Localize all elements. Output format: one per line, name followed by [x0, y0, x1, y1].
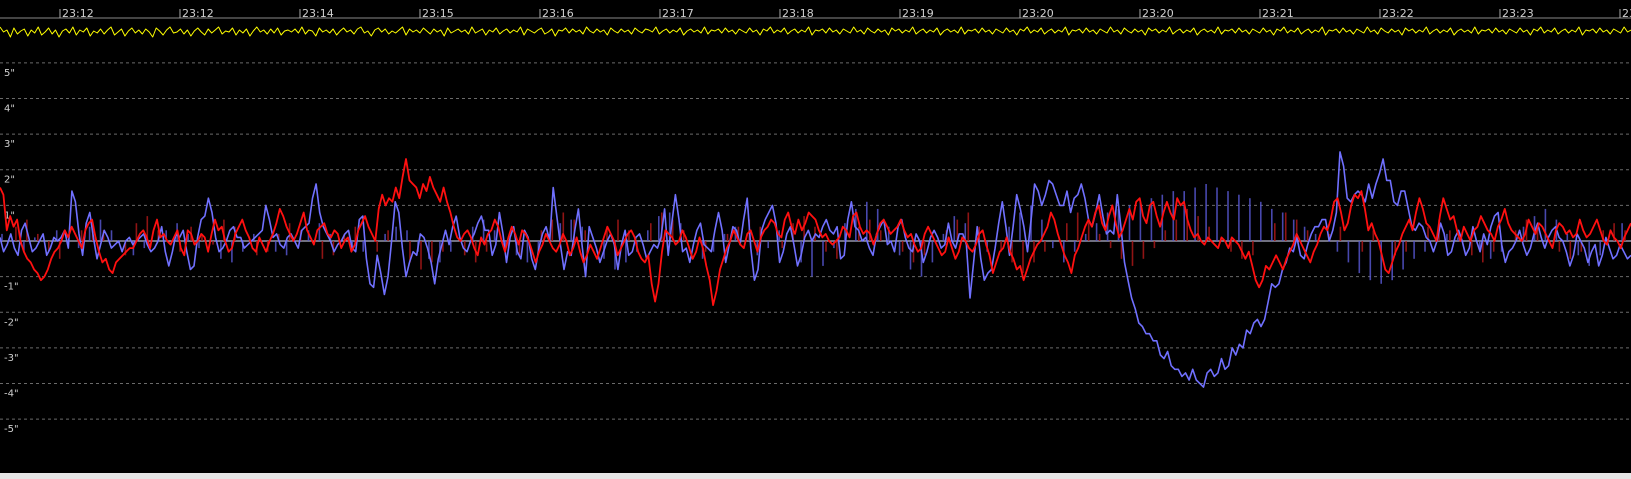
y-tick-label: 3" — [4, 139, 15, 150]
guiding-graph-canvas: 23:12 23:12 23:14 23:15 23:16 23:17 23:18 23:19… — [0, 0, 1631, 479]
y-tick-label: -2" — [4, 317, 19, 328]
bottom-scroll-strip[interactable] — [0, 473, 1631, 479]
guiding-graph: 23:12 23:12 23:14 23:15 23:16 23:17 23:18 23:19… — [0, 0, 1631, 479]
time-tick-label: 23:12 — [62, 7, 94, 20]
time-tick-label: 23:22 — [1382, 7, 1414, 20]
time-tick-label: 23:20 — [1142, 7, 1174, 20]
y-tick-label: 4" — [4, 103, 15, 114]
time-tick-label: 23:14 — [302, 7, 334, 20]
time-tick-label: 23:19 — [902, 7, 934, 20]
y-tick-label: -4" — [4, 389, 19, 400]
time-tick-label: 23:20 — [1022, 7, 1054, 20]
time-tick-label: 23:23 — [1502, 7, 1534, 20]
time-tick-label: 23:2 — [1622, 7, 1631, 20]
y-tick-label: -3" — [4, 353, 19, 364]
time-tick-label: 23:16 — [542, 7, 574, 20]
y-tick-label: -1" — [4, 282, 19, 293]
time-tick-label: 23:18 — [782, 7, 814, 20]
y-tick-label: 5" — [4, 68, 15, 79]
y-tick-label: 2" — [4, 175, 15, 186]
time-tick-label: 23:15 — [422, 7, 454, 20]
y-tick-label: -5" — [4, 424, 19, 435]
time-tick-label: 23:21 — [1262, 7, 1294, 20]
time-tick-label: 23:17 — [662, 7, 694, 20]
time-tick-label: 23:12 — [182, 7, 214, 20]
